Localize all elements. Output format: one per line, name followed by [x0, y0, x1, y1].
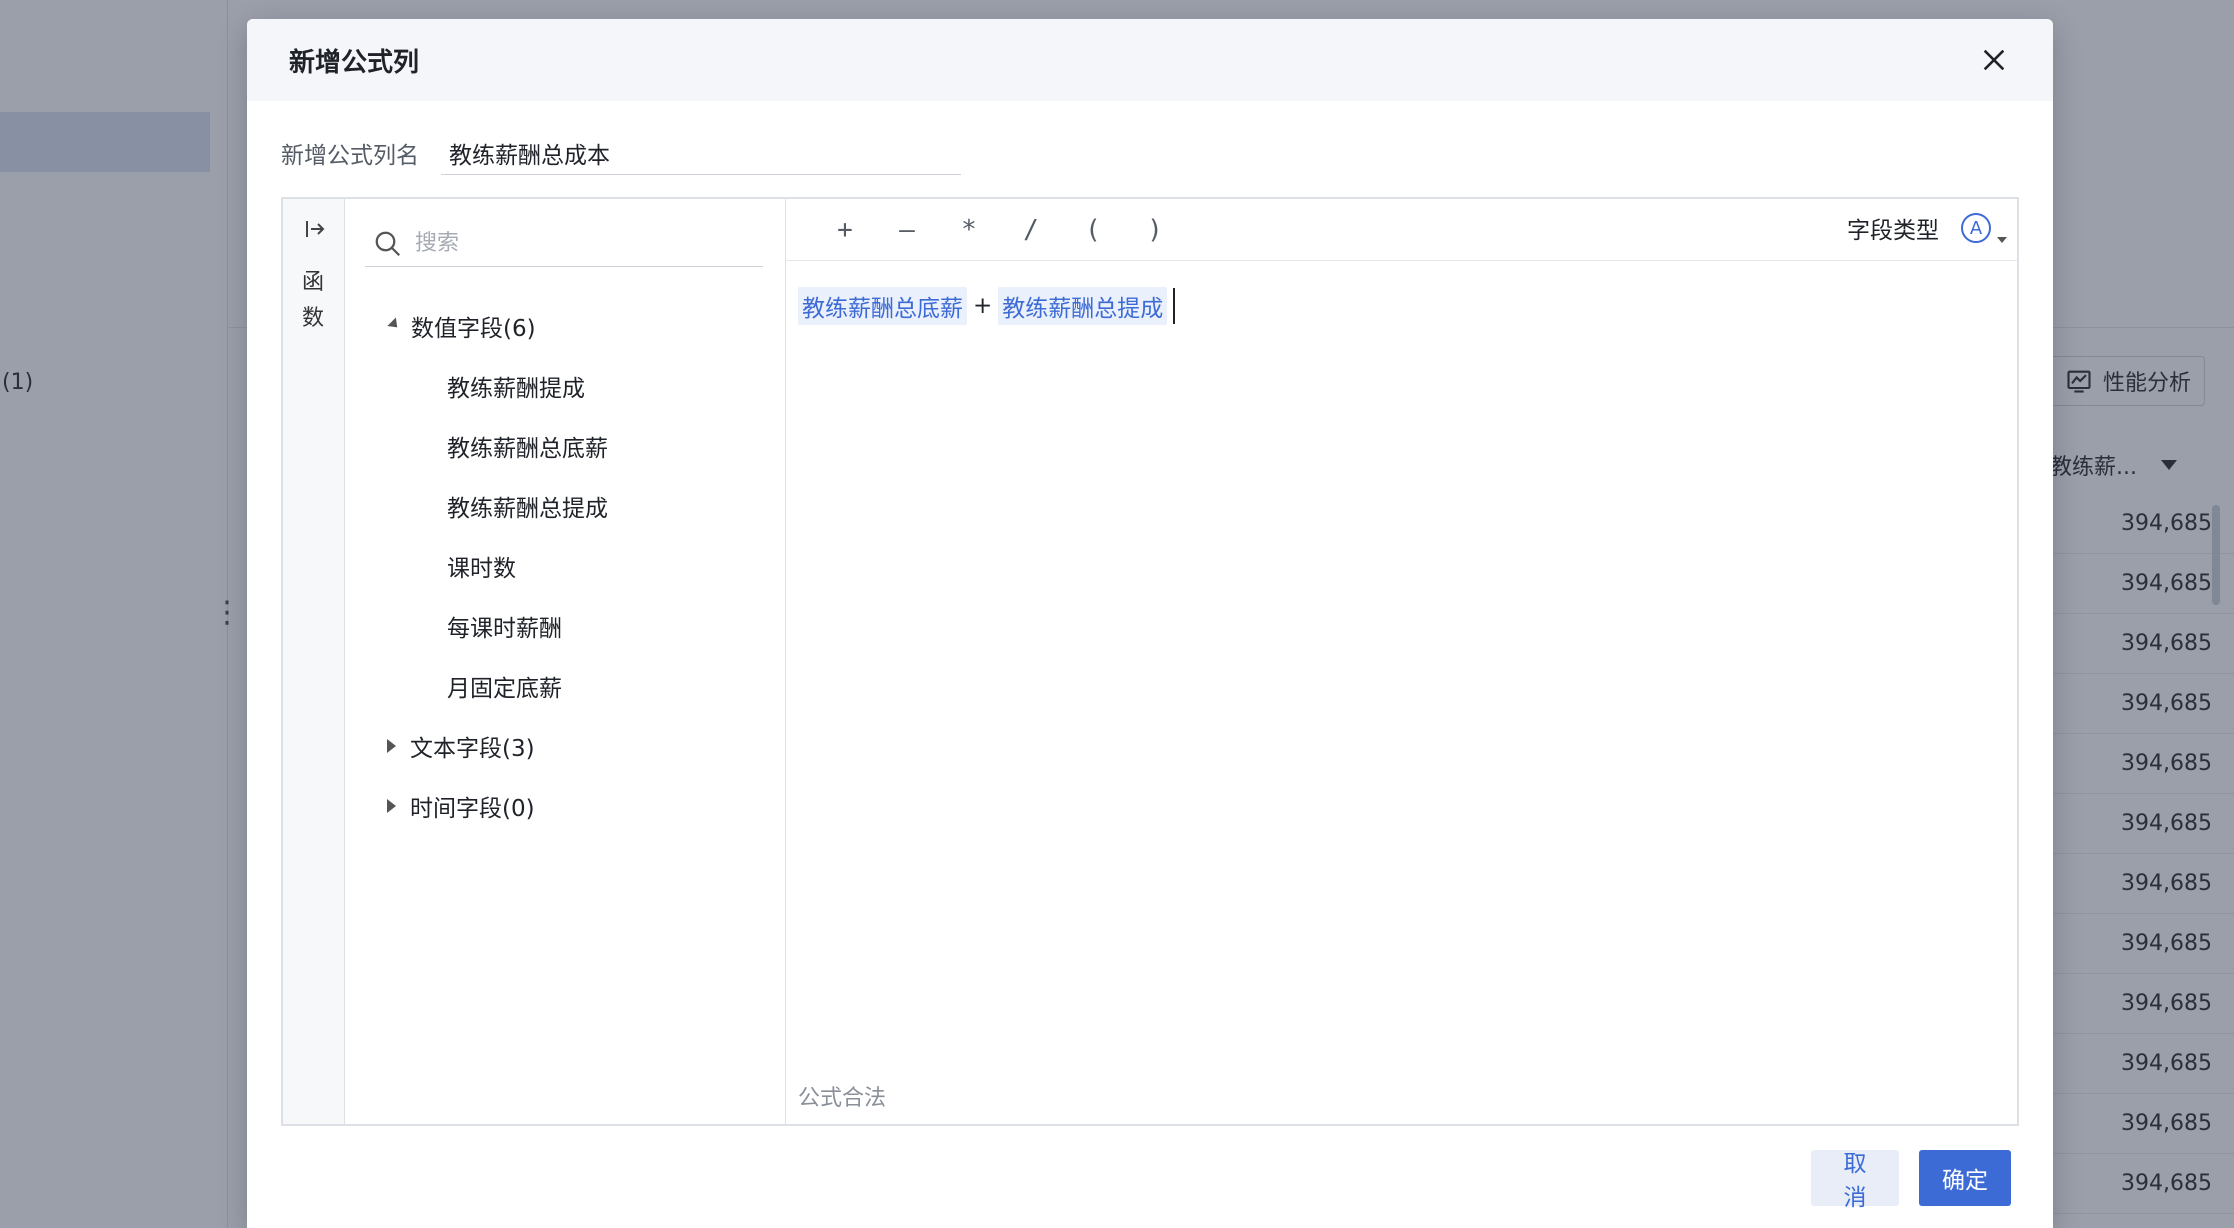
function-label[interactable]: 函数 [283, 265, 343, 337]
field-item[interactable]: 课时数 [345, 536, 785, 596]
expand-panel-icon[interactable] [303, 217, 327, 241]
column-name-label: 新增公式列名 [281, 143, 419, 169]
field-group-label: 数值字段(6) [411, 316, 536, 342]
operator-toolbar: + — * /() 字段类型 A [786, 199, 2017, 261]
field-group[interactable]: 文本字段(3) [345, 716, 785, 776]
operator-open-paren-button[interactable]: ( [1062, 208, 1124, 252]
function-label-char: 函 [301, 270, 324, 295]
formula-input[interactable]: 教练薪酬总底薪 + 教练薪酬总提成 [798, 287, 1176, 325]
text-type-icon: A [1961, 213, 1991, 243]
field-group-label: 时间字段(0) [410, 796, 535, 822]
field-group[interactable]: 时间字段(0) [345, 776, 785, 836]
caret-down-icon [1997, 237, 2007, 243]
field-search[interactable] [365, 221, 763, 267]
cancel-button[interactable]: 取消 [1811, 1150, 1899, 1211]
field-type-label: 字段类型 [1847, 218, 1939, 244]
field-group-label: 文本字段(3) [410, 736, 535, 762]
field-item[interactable]: 月固定底薪 [345, 656, 785, 716]
caret-expanded-icon [387, 317, 402, 332]
formula-editor: 函数 数值字段(6)教练薪酬提成教练薪酬总底薪教练薪酬总提成课时数每课时薪酬月固… [281, 197, 2019, 1126]
dialog-footer: 取消 确定 [1811, 1150, 2011, 1211]
operator-divide-button[interactable]: / [1000, 208, 1062, 252]
confirm-button[interactable]: 确定 [1919, 1150, 2011, 1206]
dialog-header: 新增公式列 [247, 19, 2053, 101]
function-label-char: 数 [301, 306, 324, 331]
column-name-row: 新增公式列名 [281, 131, 961, 175]
text-cursor [1173, 288, 1176, 324]
dialog-title: 新增公式列 [289, 47, 420, 78]
field-item[interactable]: 教练薪酬总提成 [345, 476, 785, 536]
search-input[interactable] [415, 231, 735, 256]
field-item[interactable]: 教练薪酬总底薪 [345, 416, 785, 476]
caret-collapsed-icon [387, 799, 396, 813]
field-group[interactable]: 数值字段(6) [345, 296, 785, 356]
field-item[interactable]: 教练薪酬提成 [345, 356, 785, 416]
field-panel: 数值字段(6) 教练薪酬提成教练薪酬总底薪教练薪酬总提成课时数每课时薪酬月固定底薪… [345, 199, 786, 1124]
close-icon [1983, 49, 2005, 71]
close-button[interactable] [1975, 41, 2013, 79]
formula-field-token[interactable]: 教练薪酬总提成 [998, 287, 1168, 325]
operator-multiply-button[interactable]: * [938, 208, 1000, 252]
operator-plus-button[interactable]: + [814, 208, 876, 252]
field-type-selector[interactable]: 字段类型 A [1847, 211, 2007, 245]
search-icon [375, 231, 401, 256]
field-item[interactable]: 每课时薪酬 [345, 596, 785, 656]
field-tree: 数值字段(6) 教练薪酬提成 教练薪酬总底薪 教练薪酬总提成 课时数 每课时薪酬 月固定底薪… [345, 296, 785, 836]
function-strip[interactable]: 函数 [283, 199, 345, 1124]
caret-collapsed-icon [387, 739, 396, 753]
column-name-input[interactable] [441, 131, 961, 175]
add-formula-column-dialog: 新增公式列 新增公式列名 函数 数值字段(6)教练薪酬提成教练薪酬总底薪教练薪酬… [247, 19, 2053, 1228]
formula-field-token[interactable]: 教练薪酬总底薪 [798, 287, 967, 325]
formula-area: + — * /() 字段类型 A 教练薪酬总底薪 + 教练薪酬总提成 公式合法 [786, 199, 2017, 1124]
operator-minus-button[interactable]: — [876, 208, 938, 252]
formula-status: 公式合法 [798, 1086, 887, 1111]
operator-close-paren-button[interactable]: ) [1124, 208, 1186, 252]
formula-operator: + [973, 293, 993, 319]
